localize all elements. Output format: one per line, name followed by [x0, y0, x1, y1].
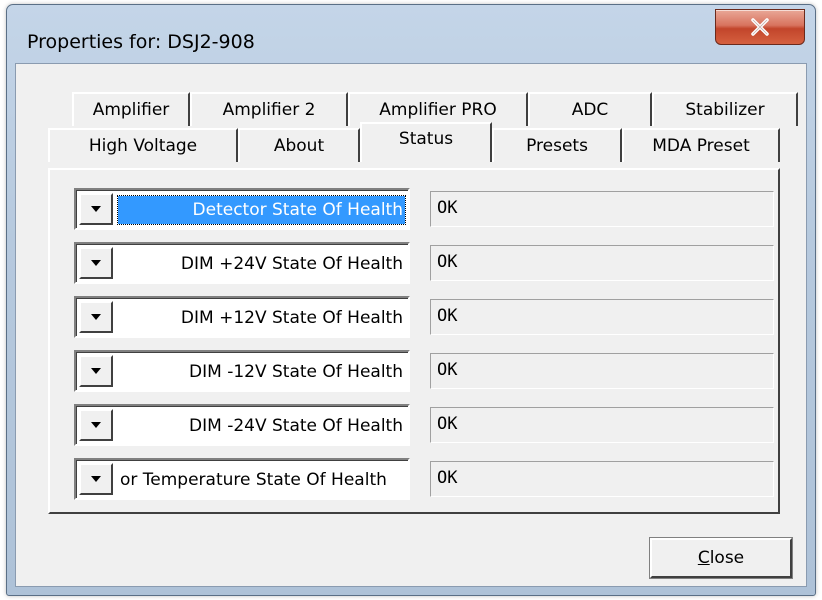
dropdown-button[interactable]	[79, 301, 113, 333]
status-selector-value: Detector State Of Health	[117, 195, 406, 225]
status-tab-panel: Detector State Of Health OK DIM +24V Sta…	[48, 168, 780, 514]
tab-label: ADC	[571, 100, 609, 120]
close-button-accelerator: C	[697, 548, 710, 568]
dialog-client-area: Amplifier Amplifier 2 Amplifier PRO ADC …	[15, 63, 807, 587]
tab-amplifier[interactable]: Amplifier	[72, 92, 190, 126]
status-value-field: OK	[430, 407, 774, 443]
status-selector-value: DIM -12V State Of Health	[189, 362, 403, 382]
properties-dialog: Properties for: DSJ2-908 Amplifier Ampli…	[6, 4, 816, 596]
tab-amplifier-2[interactable]: Amplifier 2	[190, 92, 348, 126]
status-selector[interactable]: DIM -12V State Of Health	[74, 350, 410, 392]
tab-label: High Voltage	[88, 136, 198, 156]
status-selector-value: or Temperature State Of Health	[120, 470, 387, 490]
status-value-field: OK	[430, 191, 774, 227]
status-value-field: OK	[430, 461, 774, 497]
dropdown-button[interactable]	[79, 193, 113, 225]
window-close-button[interactable]	[715, 9, 805, 45]
chevron-down-icon	[91, 476, 101, 482]
status-row: or Temperature State Of Health OK	[74, 458, 774, 500]
tab-label: Amplifier	[92, 100, 170, 120]
status-selector[interactable]: DIM +12V State Of Health	[74, 296, 410, 338]
tab-label: Presets	[526, 136, 588, 156]
tab-adc[interactable]: ADC	[528, 92, 652, 126]
tab-label: Stabilizer	[685, 100, 765, 120]
dropdown-button[interactable]	[79, 355, 113, 387]
tab-label: MDA Preset	[652, 136, 750, 156]
close-icon	[751, 18, 769, 36]
status-selector[interactable]: DIM -24V State Of Health	[74, 404, 410, 446]
title-bar[interactable]: Properties for: DSJ2-908	[7, 5, 815, 65]
chevron-down-icon	[91, 260, 101, 266]
dropdown-button[interactable]	[79, 409, 113, 441]
window-title: Properties for: DSJ2-908	[27, 31, 255, 53]
tab-about[interactable]: About	[238, 128, 360, 162]
tab-label: About	[273, 136, 325, 156]
status-selector-value: DIM -24V State Of Health	[189, 416, 403, 436]
status-selector[interactable]: or Temperature State Of Health	[74, 458, 410, 500]
status-row: Detector State Of Health OK	[74, 188, 774, 230]
tab-presets[interactable]: Presets	[492, 128, 622, 162]
tab-status[interactable]: Status	[360, 122, 492, 162]
tab-label: Amplifier PRO	[379, 100, 497, 120]
tab-label: Status	[398, 129, 454, 149]
status-selector[interactable]: DIM +24V State Of Health	[74, 242, 410, 284]
status-row: DIM -24V State Of Health OK	[74, 404, 774, 446]
dropdown-button[interactable]	[79, 463, 113, 495]
tab-label: Amplifier 2	[222, 100, 316, 120]
tab-stabilizer[interactable]: Stabilizer	[652, 92, 798, 126]
close-button[interactable]: Close	[650, 538, 792, 578]
status-selector-value: DIM +24V State Of Health	[180, 254, 403, 274]
tab-amplifier-pro[interactable]: Amplifier PRO	[348, 92, 528, 126]
status-selector[interactable]: Detector State Of Health	[74, 188, 410, 230]
status-selector-value: DIM +12V State Of Health	[180, 308, 403, 328]
chevron-down-icon	[91, 206, 101, 212]
chevron-down-icon	[91, 368, 101, 374]
tab-high-voltage[interactable]: High Voltage	[48, 128, 238, 162]
status-row: DIM -12V State Of Health OK	[74, 350, 774, 392]
status-value-field: OK	[430, 299, 774, 335]
status-row: DIM +12V State Of Health OK	[74, 296, 774, 338]
status-value-field: OK	[430, 245, 774, 281]
chevron-down-icon	[91, 422, 101, 428]
chevron-down-icon	[91, 314, 101, 320]
tab-mda-preset[interactable]: MDA Preset	[622, 128, 780, 162]
status-row: DIM +24V State Of Health OK	[74, 242, 774, 284]
dropdown-button[interactable]	[79, 247, 113, 279]
status-value-field: OK	[430, 353, 774, 389]
close-button-label: lose	[709, 548, 745, 568]
